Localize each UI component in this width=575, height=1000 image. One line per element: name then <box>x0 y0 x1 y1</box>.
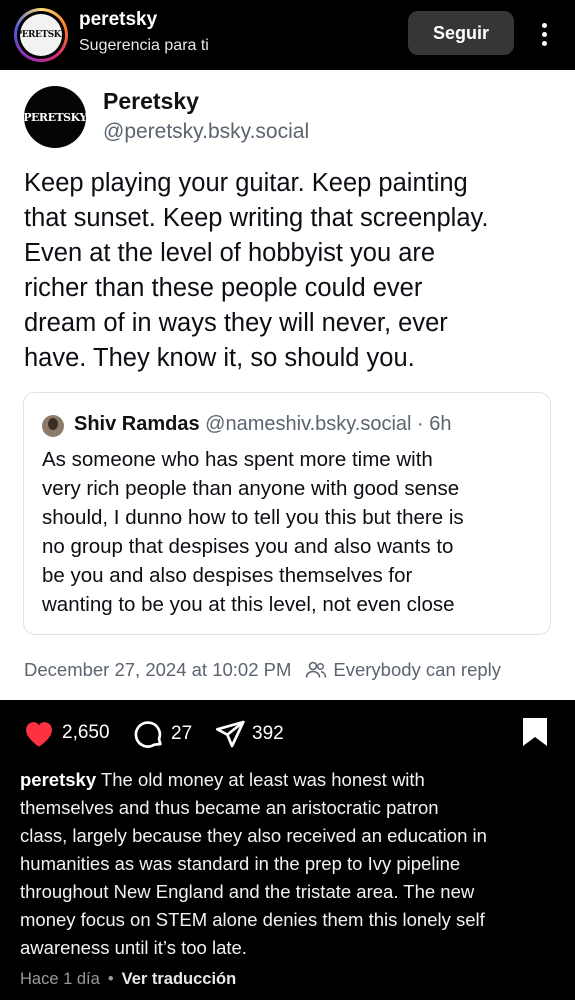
heart-icon <box>26 722 52 747</box>
quote-text-line: wanting to be you at this level, not eve… <box>42 593 455 616</box>
post-text-line: Keep playing your guitar. Keep painting <box>24 169 468 197</box>
reply-setting-label: Everybody can reply <box>333 659 502 680</box>
post-footer: Hace 1 día • Ver traducción <box>20 970 236 989</box>
comment-icon <box>134 721 162 748</box>
post-display-name: Peretsky <box>103 88 199 114</box>
quote-text-line: As someone who has spent more time with <box>42 448 433 471</box>
see-translation-link[interactable]: Ver traducción <box>122 970 237 988</box>
post-avatar-logo: PERETSKY <box>24 110 86 124</box>
quote-avatar <box>42 415 64 437</box>
follow-button[interactable]: Seguir <box>408 11 514 55</box>
caption: peretsky The old money at least was hone… <box>20 766 565 962</box>
quote-text-line: no group that despises you and also want… <box>42 535 454 558</box>
post-image: PERETSKY Peretsky @peretsky.bsky.social … <box>0 70 575 700</box>
caption-text-line: awareness until it’s too late. <box>20 937 247 958</box>
post-text-line: that sunset. Keep writing that screenpla… <box>24 204 489 232</box>
share-count: 392 <box>252 723 284 744</box>
post-text-line: dream of in ways they will never, ever <box>24 309 448 337</box>
comment-count: 27 <box>171 723 193 744</box>
post-text-line: have. They know it, so should you. <box>24 344 415 372</box>
reply-setting: Everybody can reply <box>305 659 501 681</box>
post-meta: December 27, 2024 at 10:02 PM Everybody … <box>24 659 501 681</box>
caption-text-line: The old money at least was honest with <box>100 769 425 790</box>
bookmark-icon[interactable] <box>521 717 549 747</box>
quote-author-name: Shiv Ramdas <box>74 413 200 435</box>
send-icon <box>216 720 245 748</box>
story-avatar[interactable]: PERETSKY <box>14 8 68 62</box>
quoted-post: Shiv Ramdas @nameshiv.bsky.social · 6h A… <box>23 392 551 635</box>
top-bar: PERETSKY peretsky Sugerencia para ti Seg… <box>0 0 575 70</box>
people-icon <box>306 661 327 678</box>
avatar-logo: PERETSKY <box>20 30 62 40</box>
post-text-line: richer than these people could ever <box>24 274 423 302</box>
caption-first-line: peretsky The old money at least was hone… <box>20 766 565 794</box>
quote-text-line: should, I dunno how to tell you this but… <box>42 506 464 529</box>
post-handle: @peretsky.bsky.social <box>103 120 310 143</box>
quote-author-handle: @nameshiv.bsky.social <box>205 413 412 435</box>
post-text: Keep playing your guitar. Keep painting … <box>24 166 564 376</box>
quote-time: · 6h <box>417 413 452 435</box>
quote-text-line: very rich people than anyone with good s… <box>42 477 460 500</box>
avatar: PERETSKY <box>20 14 62 56</box>
caption-text-line: humanities as was standard in the prep t… <box>20 853 461 874</box>
quote-text: As someone who has spent more time with … <box>42 445 542 619</box>
quote-header: Shiv Ramdas @nameshiv.bsky.social · 6h <box>74 413 452 436</box>
caption-text-line: class, largely because they also receive… <box>20 825 487 846</box>
time-ago: Hace 1 día <box>20 970 100 988</box>
post-date: December 27, 2024 at 10:02 PM <box>24 659 292 680</box>
caption-text-line: throughout New England and the tristate … <box>20 881 475 902</box>
header-username[interactable]: peretsky <box>79 9 157 31</box>
like-count: 2,650 <box>62 722 110 743</box>
caption-text-line: themselves and thus became an aristocrat… <box>20 797 439 818</box>
header-subtitle: Sugerencia para ti <box>79 37 209 54</box>
more-options-icon[interactable] <box>532 14 556 54</box>
footer-separator: • <box>107 970 114 988</box>
quote-text-line: be you and also despises themselves for <box>42 564 413 587</box>
like-button[interactable]: 2,650 <box>22 718 110 748</box>
comment-button[interactable]: 27 <box>132 718 192 750</box>
action-bar: 2,650 27 392 <box>0 712 575 756</box>
post-avatar: PERETSKY <box>24 86 86 148</box>
caption-text-line: money focus on STEM alone denies them th… <box>20 909 485 930</box>
caption-username[interactable]: peretsky <box>20 769 96 790</box>
share-button[interactable]: 392 <box>213 718 284 750</box>
post-text-line: Even at the level of hobbyist you are <box>24 239 436 267</box>
